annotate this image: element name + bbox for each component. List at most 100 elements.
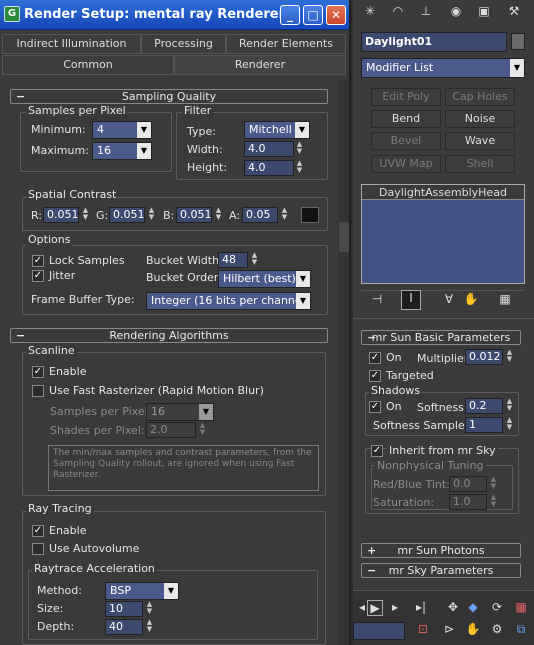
title-bar[interactable]: G Render Setup: mental ray Renderer _ □ … [0,0,349,30]
display-tab-icon[interactable]: ▣ [473,4,495,26]
wave-button[interactable]: Wave [445,132,515,150]
samples-per-pixel-dropdown[interactable]: 16 ▼ [146,403,214,421]
multiplier-field[interactable]: 0.012 [465,349,503,365]
zoom-icon[interactable]: ✥ [445,600,461,616]
rendering-algorithms-rollout[interactable]: − Rendering Algorithms [10,328,328,343]
contrast-g-field[interactable]: 0.051 [109,207,145,223]
remove-modifier-icon[interactable]: ✋ [461,292,481,308]
filter-width-field[interactable]: 4.0 [244,141,294,157]
sun-on-checkbox[interactable]: ✓ [369,352,381,364]
shell-button[interactable]: Shell [445,155,515,173]
pan-icon[interactable]: ⊳ [441,622,457,638]
shades-per-pixel-field[interactable]: 2.0 [146,422,196,438]
arc-rotate-icon[interactable]: ⚙ [489,622,505,638]
make-unique-icon[interactable]: ∀ [439,292,459,308]
contrast-color-swatch[interactable] [301,207,319,223]
saturation-field[interactable]: 1.0 [449,494,487,510]
tab-renderer[interactable]: Renderer [174,55,346,75]
tab-common[interactable]: Common [2,55,174,75]
contrast-b-field[interactable]: 0.051 [176,207,212,223]
create-tab-icon[interactable]: ✳ [359,4,381,26]
mr-sky-parameters-rollout[interactable]: − mr Sky Parameters [361,563,521,578]
depth-field[interactable]: 40 [105,619,143,635]
red-blue-spinner-icon[interactable]: ▲ ▼ [489,476,498,492]
saturation-spinner-icon[interactable]: ▲ ▼ [489,494,498,510]
size-spinner-icon[interactable]: ▲ ▼ [145,601,154,617]
inherit-sky-checkbox[interactable]: ✓ [371,445,383,457]
b-spinner-icon[interactable]: ▲ ▼ [214,207,223,223]
maximize-button[interactable]: □ [303,5,323,25]
softness-field[interactable]: 0.2 [465,398,503,414]
softness-spinner-icon[interactable]: ▲ ▼ [505,398,514,414]
edit-poly-button[interactable]: Edit Poly [371,88,441,106]
targeted-checkbox[interactable]: ✓ [369,370,381,382]
filter-height-field[interactable]: 4.0 [244,160,294,176]
softness-samples-field[interactable]: 1 [465,417,503,433]
shades-spinner-icon[interactable]: ▲ ▼ [198,422,207,438]
scrollbar-thumb[interactable] [339,222,349,252]
autovolume-checkbox[interactable] [32,543,44,555]
view-cube-icon[interactable]: ◆ [465,600,481,616]
hand-pan-icon[interactable]: ✋ [465,622,481,638]
red-blue-field[interactable]: 0.0 [449,476,487,492]
lock-samples-checkbox[interactable]: ✓ [32,255,44,267]
a-spinner-icon[interactable]: ▲ ▼ [280,207,289,223]
size-field[interactable]: 10 [105,601,143,617]
maximum-dropdown[interactable]: 16 ▼ [92,142,152,160]
method-dropdown[interactable]: BSP ▼ [105,582,179,600]
bevel-button[interactable]: Bevel [371,132,441,150]
mr-sun-photons-rollout[interactable]: + mr Sun Photons [361,543,521,558]
fast-rasterizer-checkbox[interactable] [32,385,44,397]
jitter-checkbox[interactable]: ✓ [32,270,44,282]
motion-tab-icon[interactable]: ◉ [445,4,467,26]
height-spinner-icon[interactable]: ▲ ▼ [295,160,304,176]
mr-sun-basic-rollout[interactable]: − mr Sun Basic Parameters [361,330,521,345]
bucket-width-field[interactable]: 48 [218,252,248,268]
bucket-width-spinner-icon[interactable]: ▲ ▼ [250,252,259,268]
hierarchy-tab-icon[interactable]: ⊥ [415,4,437,26]
uvw-map-button[interactable]: UVW Map [371,155,441,173]
modifier-list-dropdown[interactable]: Modifier List ▼ [361,58,525,78]
configure-sets-icon[interactable]: ▦ [495,292,515,308]
minimum-dropdown[interactable]: 4 ▼ [92,121,152,139]
sampling-quality-rollout[interactable]: − Sampling Quality [10,89,328,104]
close-button[interactable]: ✕ [326,5,346,25]
goto-end-icon[interactable]: ▸| [413,600,429,616]
frame-buffer-dropdown[interactable]: Integer (16 bits per channel) ▼ [146,292,311,310]
frame-field[interactable] [353,622,405,640]
play-icon[interactable]: ▶ [367,600,383,616]
tab-render-elements[interactable]: Render Elements [226,34,346,54]
softness-samples-spinner-icon[interactable]: ▲ ▼ [505,417,514,433]
show-end-result-icon[interactable]: I [401,290,421,310]
multiplier-spinner-icon[interactable]: ▲ ▼ [505,349,514,365]
shadows-on-checkbox[interactable]: ✓ [369,401,381,413]
utilities-tab-icon[interactable]: ⚒ [503,4,525,26]
tab-processing[interactable]: Processing [141,34,226,54]
contrast-r-field[interactable]: 0.051 [43,207,79,223]
raytrace-enable-checkbox[interactable]: ✓ [32,525,44,537]
panel-scrollbar[interactable] [338,80,349,645]
tab-indirect-illumination[interactable]: Indirect Illumination [2,34,141,54]
contrast-a-field[interactable]: 0.05 [242,207,278,223]
field-of-view-icon[interactable]: ▦ [513,600,529,616]
width-spinner-icon[interactable]: ▲ ▼ [295,141,304,157]
filter-type-dropdown[interactable]: Mitchell ▼ [244,121,310,139]
modifier-stack[interactable]: DaylightAssemblyHead [361,184,525,284]
cap-holes-button[interactable]: Cap Holes [445,88,515,106]
orbit-icon[interactable]: ⟳ [489,600,505,616]
bucket-order-dropdown[interactable]: Hilbert (best) ▼ [218,270,311,288]
object-color-swatch[interactable] [511,33,525,50]
next-frame-icon[interactable]: ▸ [387,600,403,616]
object-name-field[interactable]: Daylight01 [361,32,507,52]
modify-tab-icon[interactable]: ◠ [387,4,409,26]
depth-spinner-icon[interactable]: ▲ ▼ [145,619,154,635]
r-spinner-icon[interactable]: ▲ ▼ [81,207,90,223]
stack-item[interactable]: DaylightAssemblyHead [362,185,524,200]
g-spinner-icon[interactable]: ▲ ▼ [147,207,156,223]
bend-button[interactable]: Bend [371,110,441,128]
minimize-button[interactable]: _ [280,5,300,25]
key-mode-icon[interactable]: ⊡ [415,622,431,638]
maximize-viewport-icon[interactable]: ⧉ [513,622,529,638]
pin-stack-icon[interactable]: ⊣ [367,292,387,308]
scanline-enable-checkbox[interactable]: ✓ [32,366,44,378]
